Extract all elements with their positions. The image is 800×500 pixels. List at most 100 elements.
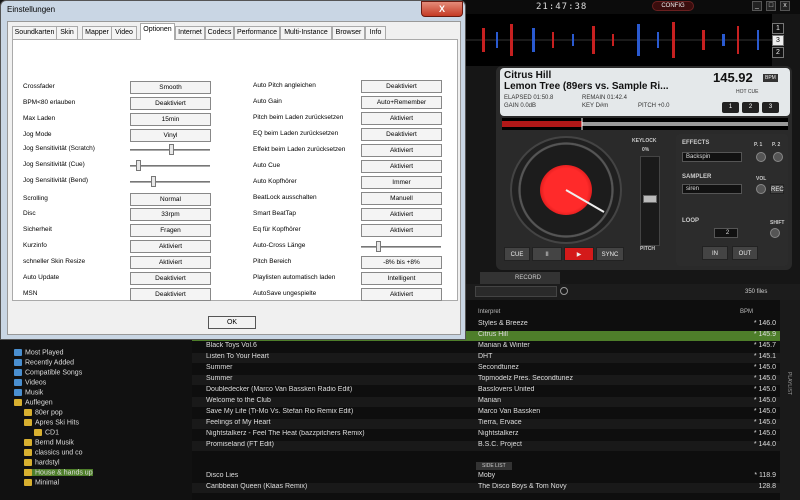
tree-item[interactable]: hardstyl <box>24 459 60 466</box>
track-waveform[interactable] <box>502 118 788 130</box>
tab-skin[interactable]: Skin <box>56 26 78 39</box>
option-button-auto-cue[interactable]: Aktiviert <box>361 160 442 173</box>
folder-tree[interactable]: Most Played Recently Added Compatible So… <box>0 338 192 500</box>
hot-cue-2-button[interactable]: 2 <box>742 102 759 113</box>
table-row[interactable]: Listen To Your Heart DHT * 145.1 <box>192 353 780 363</box>
option-button-auto-pitch-angleichen[interactable]: Deaktiviert <box>361 80 442 93</box>
tree-item[interactable]: CD1 <box>34 429 59 436</box>
option-button-msn[interactable]: Deaktiviert <box>130 288 211 301</box>
table-row[interactable]: Summer Secondtunez * 145.0 <box>192 364 780 374</box>
tree-item[interactable]: Auflegen <box>14 399 53 406</box>
table-row[interactable]: Welcome to the Club Manian * 145.0 <box>192 397 780 407</box>
tree-item[interactable]: classics und co <box>24 449 82 456</box>
option-button-pitch-bereich[interactable]: -8% bis +8% <box>361 256 442 269</box>
option-button-max-laden[interactable]: 15min <box>130 113 211 126</box>
column-header-interpret[interactable]: Interpret <box>478 309 500 317</box>
tab-codecs[interactable]: Codecs <box>205 26 234 39</box>
option-button-sicherheit[interactable]: Fragen <box>130 224 211 237</box>
option-button-auto-kopfhorer[interactable]: Immer <box>361 176 442 189</box>
tree-item[interactable]: Musik <box>14 389 43 396</box>
slider-thumb[interactable] <box>151 176 156 187</box>
table-row[interactable]: Save My Life (Ti-Mo Vs. Stefan Rio Remix… <box>192 408 780 418</box>
tab-performance[interactable]: Performance <box>234 26 280 39</box>
option-button-eq-fur-kopfhorer[interactable]: Aktiviert <box>361 224 442 237</box>
option-button-smart-beattap[interactable]: Aktiviert <box>361 208 442 221</box>
sampler-vol-knob[interactable] <box>756 184 766 194</box>
tree-item[interactable]: Videos <box>14 379 46 386</box>
table-row[interactable]: Nightstalkerz - Feel The Heat (bazzpitch… <box>192 430 780 440</box>
tree-item[interactable]: Minimal <box>24 479 59 486</box>
maximize-button[interactable]: □ <box>766 1 776 11</box>
table-row[interactable]: Doubledecker (Marco Van Bassken Radio Ed… <box>192 386 780 396</box>
shift-knob[interactable] <box>770 228 780 238</box>
sync-button[interactable]: SYNC <box>596 247 624 261</box>
table-row[interactable]: Black Toys Vol.6 Manian & Winter * 145.7 <box>192 342 780 352</box>
table-row[interactable]: Promiseland (FT Edit) B.S.C. Project * 144… <box>192 441 780 451</box>
minimize-button[interactable]: _ <box>752 1 762 11</box>
side-list-label[interactable]: SIDE LIST <box>476 462 512 470</box>
search-icon[interactable] <box>560 287 568 295</box>
hot-cue-3-button[interactable]: 3 <box>762 102 779 113</box>
option-button-auto-update[interactable]: Deaktiviert <box>130 272 211 285</box>
config-button[interactable]: CONFIG <box>652 1 694 11</box>
option-button-bpm-80-erlauben[interactable]: Deaktiviert <box>130 97 211 110</box>
tab-optionen[interactable]: Optionen <box>140 23 175 40</box>
option-button-playlisten-automatisch-laden[interactable]: Intelligent <box>361 272 442 285</box>
slider-thumb[interactable] <box>136 160 141 171</box>
table-row[interactable]: Caribbean Queen (Klaas Remix) The Disco B… <box>192 483 780 493</box>
hot-cue-1-button[interactable]: 1 <box>722 102 739 113</box>
option-button-kurzinfo[interactable]: Aktiviert <box>130 240 211 253</box>
tree-item-selected[interactable]: House & hands up <box>24 469 93 477</box>
sampler-select[interactable]: siren <box>682 184 742 194</box>
option-button-eq-beim-laden-zurucksetzen[interactable]: Deaktiviert <box>361 128 442 141</box>
tree-item[interactable]: Apres Ski Hits <box>24 419 79 426</box>
tab-video[interactable]: Video <box>111 26 137 39</box>
tab-multi-instance[interactable]: Multi-Instance <box>280 26 332 39</box>
tree-item[interactable]: Compatible Songs <box>14 369 82 376</box>
tree-item[interactable]: Recently Added <box>14 359 74 366</box>
play-button[interactable]: ▶ <box>564 247 594 261</box>
dialog-close-button[interactable]: X <box>421 1 463 17</box>
deck-2-button[interactable]: 2 <box>772 47 784 58</box>
effect-p1-knob[interactable] <box>756 152 766 162</box>
option-button-crossfader[interactable]: Smooth <box>130 81 211 94</box>
tab-internet[interactable]: Internet <box>175 26 205 39</box>
close-button[interactable]: x <box>780 1 790 11</box>
slider-auto-cross-lange[interactable] <box>361 240 441 253</box>
option-button-auto-gain[interactable]: Auto+Remember <box>361 96 442 109</box>
slider-thumb[interactable] <box>376 241 381 252</box>
option-button-schneller-skin-resize[interactable]: Aktiviert <box>130 256 211 269</box>
deck-3-button[interactable]: 3 <box>772 35 784 46</box>
tree-item[interactable]: 80er pop <box>24 409 63 416</box>
effect-p2-knob[interactable] <box>773 152 783 162</box>
cue-button[interactable]: CUE <box>504 247 530 261</box>
deck-1-button[interactable]: 1 <box>772 23 784 34</box>
record-tab[interactable]: RECORD <box>496 272 560 284</box>
tree-item[interactable]: Bernd Musik <box>24 439 74 446</box>
jog-wheel[interactable] <box>510 136 622 244</box>
table-row[interactable]: Disco Lies Moby * 118.9 <box>192 472 780 482</box>
option-button-autosave-ungespielte[interactable]: Aktiviert <box>361 288 442 301</box>
tab-mapper[interactable]: Mapper <box>82 26 112 39</box>
option-button-effekt-beim-laden-zurucksetzen[interactable]: Aktiviert <box>361 144 442 157</box>
pitch-slider-thumb[interactable] <box>643 195 657 203</box>
playlist-sidebar[interactable] <box>780 300 800 500</box>
option-button-beatlock-ausschalten[interactable]: Manuell <box>361 192 442 205</box>
loop-in-button[interactable]: IN <box>702 246 728 260</box>
effect-select[interactable]: Backspin <box>682 152 742 162</box>
pause-button[interactable]: II <box>532 247 562 261</box>
playlist-label[interactable]: PLAYLIST <box>786 372 792 395</box>
slider-jog-sensitivitat-scratch[interactable] <box>130 143 210 156</box>
slider-jog-sensitivitat-cue[interactable] <box>130 159 210 172</box>
option-button-pitch-beim-laden-zurucksetzen[interactable]: Aktiviert <box>361 112 442 125</box>
loop-length[interactable]: 2 <box>714 228 738 238</box>
tab-soundkarten[interactable]: Soundkarten <box>12 26 57 39</box>
search-input[interactable] <box>475 286 557 297</box>
tab-info[interactable]: Info <box>365 26 386 39</box>
option-button-disc[interactable]: 33rpm <box>130 208 211 221</box>
option-button-jog-mode[interactable]: Vinyl <box>130 129 211 142</box>
option-button-scrolling[interactable]: Normal <box>130 193 211 206</box>
pitch-slider[interactable] <box>640 156 660 246</box>
loop-out-button[interactable]: OUT <box>732 246 758 260</box>
tab-left-arrow[interactable] <box>480 272 496 284</box>
